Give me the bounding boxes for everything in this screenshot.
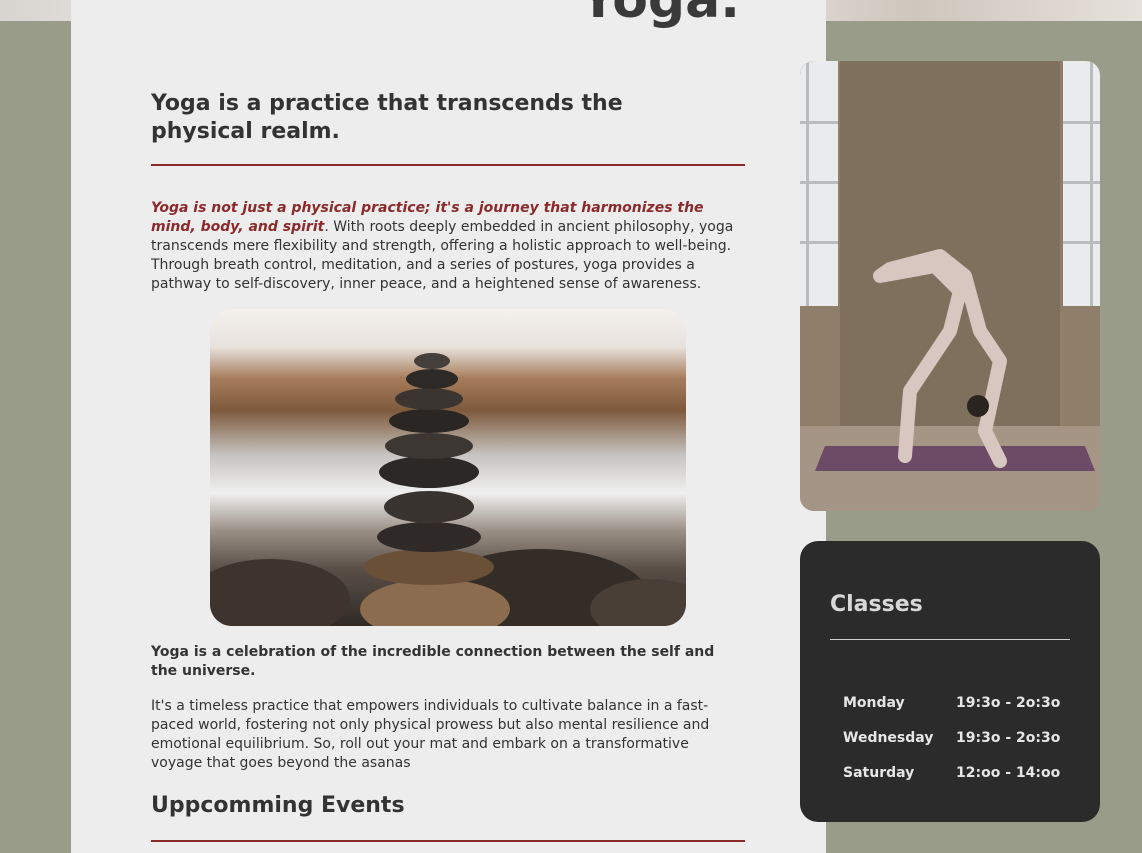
celebration-text: Yoga is a celebration of the incredible … [151, 644, 715, 679]
events-divider [151, 840, 745, 842]
page-title: Yoga. [579, 0, 740, 30]
schedule-time: 12:oo - 14:oo [956, 764, 1061, 781]
stacked-stones-illustration [210, 353, 686, 626]
yoga-pose-image [800, 61, 1100, 511]
intro-heading: Yoga is a practice that transcends the p… [151, 91, 623, 144]
heading-divider [151, 164, 745, 166]
schedule-day: Monday [843, 694, 905, 711]
schedule-time: 19:3o - 2o:3o [956, 729, 1061, 746]
schedule-day: Saturday [843, 764, 915, 781]
schedule-day: Wednesday [843, 729, 934, 746]
classes-card: Classes Monday 19:3o - 2o:3o Wednesday 1… [800, 541, 1100, 822]
main-content: Yoga. Yoga is a practice that transcends… [71, 0, 826, 853]
intro-paragraph: Yoga is not just a physical practice; it… [151, 199, 747, 294]
schedule-row: Monday 19:3o - 2o:3o [843, 685, 1060, 720]
schedule-row: Saturday 12:oo - 14:oo [843, 755, 1060, 790]
timeless-text: It's a timeless practice that empowers i… [151, 698, 710, 771]
schedule-time: 19:3o - 2o:3o [956, 694, 1061, 711]
events-heading: Uppcomming Events [151, 793, 405, 818]
stacked-stones-image [210, 309, 686, 626]
class-schedule: Monday 19:3o - 2o:3o Wednesday 19:3o - 2… [843, 685, 1060, 790]
schedule-row: Wednesday 19:3o - 2o:3o [843, 720, 1060, 755]
classes-divider [830, 639, 1070, 640]
classes-title: Classes [830, 592, 923, 617]
yoga-pose-illustration [800, 61, 1100, 511]
